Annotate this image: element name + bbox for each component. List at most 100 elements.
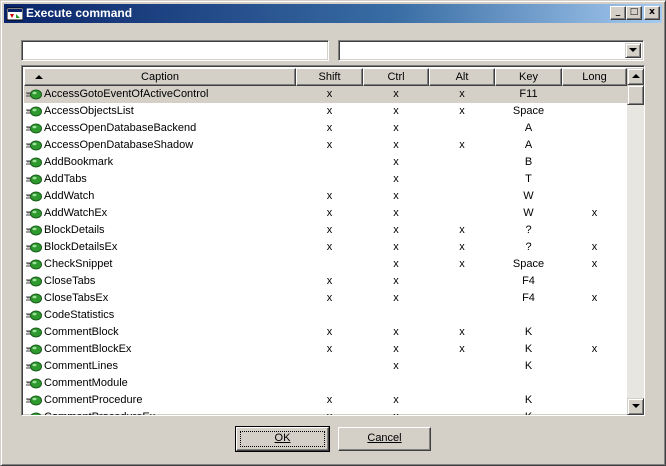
command-icon xyxy=(26,412,42,415)
table-row[interactable]: AccessGotoEventOfActiveControl x x x F11 xyxy=(24,86,627,103)
table-row[interactable]: BlockDetailsEx x x x? x xyxy=(24,239,627,256)
combo-dropdown-button[interactable] xyxy=(625,43,641,58)
cell-shift: x xyxy=(326,88,333,100)
column-header-label: Alt xyxy=(455,71,469,83)
cell-alt xyxy=(429,154,495,171)
column-header-label: Key xyxy=(519,71,538,83)
command-caption: AccessGotoEventOfActiveControl xyxy=(44,88,209,100)
table-row[interactable]: CommentProcedure x x K xyxy=(24,392,627,409)
command-icon xyxy=(26,344,42,355)
table-row[interactable]: AccessOpenDatabaseBackend x x A xyxy=(24,120,627,137)
filter-input[interactable] xyxy=(21,40,329,61)
command-icon xyxy=(26,106,42,117)
table-row[interactable]: AccessObjectsList x x x Space xyxy=(24,103,627,120)
cell-key: W xyxy=(523,190,534,202)
command-icon xyxy=(26,140,42,151)
column-header-ctrl[interactable]: Ctrl xyxy=(363,68,429,86)
column-header-key[interactable]: Key xyxy=(495,68,562,86)
category-combo[interactable] xyxy=(338,40,644,61)
cell-key: K xyxy=(495,409,562,415)
table-row[interactable]: CommentProcedureEx xx K xyxy=(24,409,627,415)
scroll-thumb[interactable] xyxy=(627,85,644,105)
cell-key: Space xyxy=(512,258,545,270)
command-caption: BlockDetails xyxy=(44,224,105,236)
table-row[interactable]: CommentLines x K xyxy=(24,358,627,375)
table-row[interactable]: CommentModule xyxy=(24,375,627,392)
column-header-shift[interactable]: Shift xyxy=(296,68,363,86)
table-row[interactable]: AddBookmark x B xyxy=(24,154,627,171)
list-rows: AccessGotoEventOfActiveControl x x x F11 Acce… xyxy=(24,86,627,415)
cell-alt xyxy=(429,188,495,205)
command-caption: AddWatchEx xyxy=(44,207,108,219)
cell-long xyxy=(562,409,627,415)
cell-shift: x xyxy=(326,139,333,151)
cell-long xyxy=(562,188,627,205)
scroll-down-button[interactable] xyxy=(627,398,644,415)
chevron-down-icon xyxy=(629,48,637,52)
table-row[interactable]: AddWatch x x W xyxy=(24,188,627,205)
cell-shift: x xyxy=(326,207,333,219)
maximize-button[interactable]: □ xyxy=(626,6,642,20)
column-header-long[interactable]: Long xyxy=(562,68,627,86)
app-icon xyxy=(6,6,24,21)
cell-long xyxy=(562,392,627,409)
list-header: Caption Shift Ctrl Alt Key Long xyxy=(24,68,627,86)
title-bar[interactable]: Execute command _ □ x xyxy=(4,4,662,23)
sort-ascending-icon xyxy=(35,75,43,79)
cell-long xyxy=(562,120,627,137)
execute-command-dialog: Execute command _ □ x Caption Shift Ctrl… xyxy=(0,0,666,466)
vertical-scrollbar[interactable] xyxy=(627,68,644,415)
command-caption: BlockDetailsEx xyxy=(44,241,118,253)
cell-key: K xyxy=(524,343,533,355)
table-row[interactable]: AddTabs x T xyxy=(24,171,627,188)
table-row[interactable]: CodeStatistics xyxy=(24,307,627,324)
cell-long xyxy=(562,86,627,103)
arrow-down-icon xyxy=(632,404,640,408)
cell-alt: x xyxy=(459,139,465,151)
cell-key: K xyxy=(524,360,533,372)
table-row[interactable]: CommentBlockEx x x x Kx xyxy=(24,341,627,358)
cell-ctrl: x xyxy=(393,173,399,185)
arrow-up-icon xyxy=(632,74,640,78)
column-header-caption[interactable]: Caption xyxy=(24,68,296,86)
cell-key xyxy=(495,375,562,392)
cell-caption: AddBookmark xyxy=(26,154,294,171)
cell-key: T xyxy=(525,173,532,185)
minimize-button[interactable]: _ xyxy=(610,6,626,20)
cell-caption: CommentBlockEx xyxy=(26,341,294,358)
command-caption: AddWatch xyxy=(44,190,95,202)
ok-button[interactable]: OK xyxy=(235,426,330,452)
table-row[interactable]: CheckSnippet x x Space x xyxy=(24,256,627,273)
cell-shift: x xyxy=(326,292,333,304)
cell-shift xyxy=(296,171,363,188)
table-row[interactable]: AddWatchEx x x Wx xyxy=(24,205,627,222)
cell-ctrl: x xyxy=(393,326,399,338)
cell-long: x xyxy=(591,241,598,253)
command-caption: CommentBlock xyxy=(44,326,119,338)
cell-alt xyxy=(429,205,495,222)
cell-caption: CheckSnippet xyxy=(26,256,294,273)
table-row[interactable]: AccessOpenDatabaseShadow x x x A xyxy=(24,137,627,154)
cell-shift: x xyxy=(326,343,333,355)
table-row[interactable]: CloseTabs x x F4 xyxy=(24,273,627,290)
cell-caption: CloseTabs xyxy=(26,273,294,290)
command-list[interactable]: Caption Shift Ctrl Alt Key Long AccessGo… xyxy=(21,65,645,416)
cell-shift xyxy=(296,256,363,273)
close-button[interactable]: x xyxy=(644,6,660,20)
table-row[interactable]: CloseTabsEx x x F4 x xyxy=(24,290,627,307)
cell-ctrl xyxy=(363,375,429,392)
scroll-up-button[interactable] xyxy=(627,68,644,85)
column-header-alt[interactable]: Alt xyxy=(429,68,495,86)
focus-rect xyxy=(240,431,325,447)
cell-ctrl: x xyxy=(393,258,399,270)
table-row[interactable]: BlockDetails x x x? xyxy=(24,222,627,239)
cell-ctrl: x xyxy=(393,394,399,406)
command-icon xyxy=(26,89,42,100)
cancel-button[interactable]: Cancel xyxy=(338,427,431,451)
table-row[interactable]: CommentBlock x x x K xyxy=(24,324,627,341)
command-caption: CommentLines xyxy=(44,360,118,372)
command-caption: AddTabs xyxy=(44,173,87,185)
cell-long xyxy=(562,307,627,324)
command-icon xyxy=(26,174,42,185)
cell-shift xyxy=(296,358,363,375)
